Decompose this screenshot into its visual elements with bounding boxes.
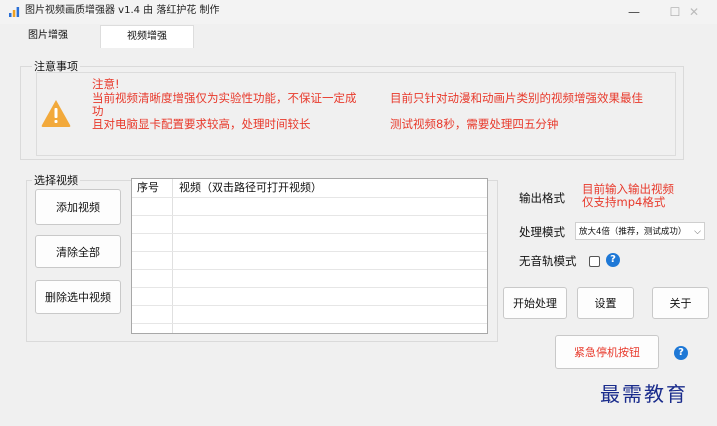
window-title: 图片视频画质增强器 v1.4 由 落红护花 制作	[25, 5, 220, 16]
watermark-text: 最需教育	[600, 382, 688, 406]
notice-line-4: 且对电脑显卡配置要求较高，处理时间较长	[92, 117, 311, 131]
no-audio-checkbox[interactable]	[589, 256, 600, 267]
notice-title: 注意!	[92, 77, 120, 91]
list-row[interactable]	[132, 215, 487, 234]
output-format-note-2: 仅支持mp4格式	[582, 195, 666, 209]
list-row[interactable]	[132, 197, 487, 216]
chevron-down-icon: ⌵	[694, 227, 701, 237]
emergency-stop-button[interactable]: 紧急停机按钮	[555, 335, 659, 369]
minimize-button[interactable]: —	[611, 0, 657, 24]
delete-selected-button[interactable]: 删除选中视频	[35, 280, 121, 314]
notice-right-2: 测试视频8秒，需要处理四五分钟	[390, 117, 559, 131]
question-circle-icon[interactable]: ?	[674, 346, 688, 360]
output-format-label: 输出格式	[519, 191, 565, 205]
list-header-row	[132, 179, 487, 198]
list-row[interactable]	[132, 287, 487, 306]
list-row[interactable]	[132, 305, 487, 324]
close-button[interactable]: ✕	[671, 0, 717, 24]
video-list[interactable]: 序号 视频（双击路径可打开视频）	[131, 178, 488, 334]
processing-mode-value: 放大4倍（推荐，测试成功）	[579, 227, 687, 237]
list-row[interactable]	[132, 233, 487, 252]
processing-mode-select[interactable]: 放大4倍（推荐，测试成功） ⌵	[575, 222, 705, 240]
question-circle-icon[interactable]: ?	[606, 253, 620, 267]
bar-chart-icon	[9, 7, 20, 17]
notice-line-2: 当前视频清晰度增强仅为实验性功能，不保证一定成	[92, 91, 357, 105]
notice-box	[36, 72, 676, 156]
app-window: 图片视频画质增强器 v1.4 由 落红护花 制作 — ☐ ✕ 图片增强 视频增强…	[0, 0, 717, 426]
notice-right-1: 目前只针对动漫和动画片类别的视频增强效果最佳	[390, 91, 643, 105]
list-row[interactable]	[132, 269, 487, 288]
warning-triangle-icon	[41, 100, 71, 127]
start-processing-button[interactable]: 开始处理	[503, 287, 567, 319]
tab-video-enhance[interactable]: 视频增强	[100, 25, 194, 48]
title-bar: 图片视频画质增强器 v1.4 由 落红护花 制作 — ☐ ✕	[0, 0, 717, 24]
about-button[interactable]: 关于	[652, 287, 709, 319]
add-video-button[interactable]: 添加视频	[35, 189, 121, 225]
tab-image-enhance[interactable]: 图片增强	[12, 25, 84, 47]
clear-all-button[interactable]: 清除全部	[35, 235, 121, 268]
processing-mode-label: 处理模式	[519, 225, 565, 239]
tab-bar: 图片增强 视频增强	[0, 25, 717, 48]
settings-button[interactable]: 设置	[577, 287, 634, 319]
no-audio-label: 无音轨模式	[519, 254, 577, 268]
select-video-group-label: 选择视频	[32, 172, 80, 188]
list-row[interactable]	[132, 251, 487, 270]
